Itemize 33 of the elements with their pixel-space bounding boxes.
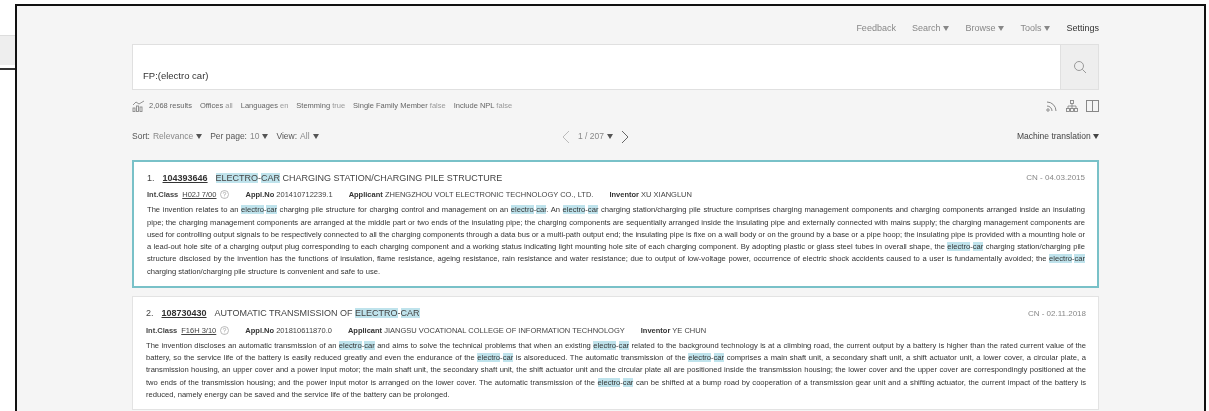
translation-dropdown[interactable]: Machine translation [1016,130,1099,143]
help-icon[interactable] [220,190,230,200]
nav-link[interactable]: Feedback [856,22,896,36]
patent-link[interactable]: 104393646 [162,171,208,185]
caret-icon [1093,134,1099,140]
chart-icon [132,99,145,112]
nav-link[interactable]: Tools [1020,22,1051,36]
dropdown-control[interactable]: View: All [276,130,319,143]
caret-icon [262,134,269,139]
nav-link[interactable]: Settings [1066,22,1099,36]
help-icon[interactable] [220,325,230,335]
dropdown-control[interactable]: Per page: 10 [210,130,269,143]
search-icon [1072,59,1087,74]
caret-icon [196,134,203,139]
result-number: 1. [147,171,155,185]
dropdown-control[interactable]: Sort: Relevance [132,130,203,143]
result-number: 2. [146,307,154,321]
patent-link[interactable]: 108730430 [161,307,207,321]
result-title: ELECTRO-CAR CHARGING STATION/CHARGING PILE STRUCTURE [215,171,503,185]
previous-page-icon[interactable] [562,129,570,144]
result-title: AUTOMATIC TRANSMISSION OF ELECTRO-CAR [214,307,420,321]
hierarchy-icon[interactable] [1066,99,1078,112]
page-selector[interactable]: 1 / 207 [578,130,613,143]
rss-icon[interactable] [1046,99,1058,112]
nav-link[interactable]: Search [911,22,950,36]
nav-link[interactable]: Browse [965,22,1005,36]
caret-icon [607,134,613,139]
result-date: CN - 04.03.2015 [1026,172,1085,185]
caret-icon [312,134,319,139]
result-card[interactable] [132,159,1099,289]
result-date: CN - 02.11.2018 [1027,307,1086,320]
columns-icon[interactable] [1086,99,1099,112]
next-page-icon[interactable] [621,129,629,144]
